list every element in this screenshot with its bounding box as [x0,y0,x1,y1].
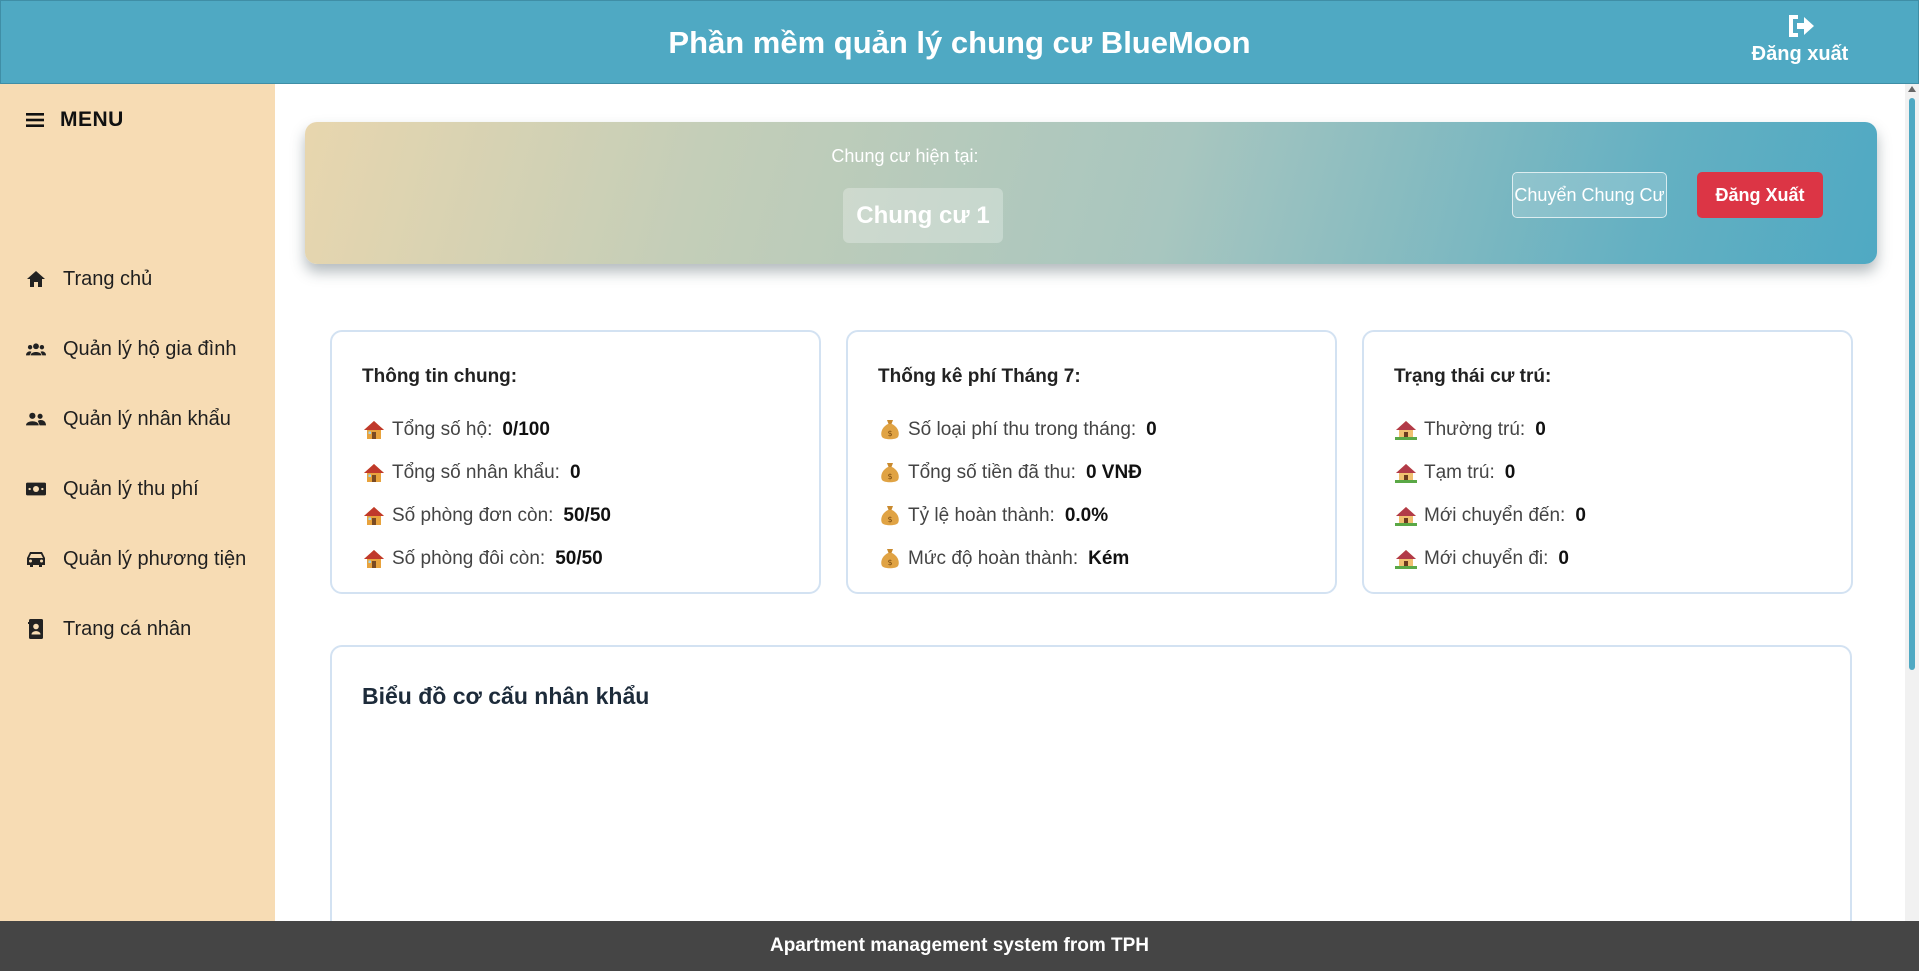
stat-label: Tổng số nhân khẩu: [392,461,560,483]
footer-text: Apartment management system from TPH [769,935,1150,956]
general-info-card: Thông tin chung: Tổng số hộ: 0/100 Tổng … [330,330,821,594]
switch-building-button[interactable]: Chuyển Chung Cư [1512,172,1667,218]
app-title: Phần mềm quản lý chung cư BlueMoon [668,25,1251,60]
svg-text:$: $ [887,472,892,481]
house-icon [362,547,386,571]
sidebar-item-profile[interactable]: Trang cá nhân [0,594,275,664]
stat-value: 0 [1146,418,1157,440]
money-bag-icon: $ [878,418,902,442]
stat-label: Tạm trú: [1424,461,1495,483]
population-chart-card: Biểu đồ cơ cấu nhân khẩu [330,645,1852,935]
sidebar-item-label: Trang chủ [63,267,153,290]
sidebar-item-vehicles[interactable]: Quản lý phương tiện [0,524,275,594]
svg-text:$: $ [887,429,892,438]
stat-label: Mới chuyển đến: [1424,504,1566,526]
stat-row: $ Tổng số tiền đã thu: 0 VNĐ [878,451,1305,494]
stat-row: $ Tỷ lệ hoàn thành: 0.0% [878,494,1305,537]
stat-value: 0 VNĐ [1085,461,1142,483]
stat-label: Thường trú: [1424,418,1526,440]
top-header: Phần mềm quản lý chung cư BlueMoon Đăng … [0,0,1919,84]
stat-row: Tổng số nhân khẩu: 0 [362,451,789,494]
house-garden-icon [1394,504,1418,528]
sidebar-item-label: Quản lý nhân khẩu [63,407,231,430]
house-garden-icon [1394,461,1418,485]
stat-label: Số phòng đơn còn: [392,504,554,526]
logout-button[interactable]: Đăng Xuất [1697,172,1823,218]
current-building-caption: Chung cư hiện tại: [831,146,979,166]
sidebar: MENU Trang chủ Quản lý hộ gia đình Quản … [0,84,275,921]
menu-label: MENU [60,108,124,131]
money-bag-icon: $ [878,461,902,485]
stat-row: Thường trú: 0 [1394,408,1821,451]
stat-row: Tạm trú: 0 [1394,451,1821,494]
stat-value: 50/50 [563,504,611,526]
sidebar-item-fees[interactable]: Quản lý thu phí [0,454,275,524]
money-bag-icon: $ [878,504,902,528]
sidebar-item-residents[interactable]: Quản lý nhân khẩu [0,384,275,454]
stat-value: 0 [1535,418,1546,440]
stat-value: 0.0% [1064,504,1109,526]
stat-label: Tỷ lệ hoàn thành: [908,504,1055,526]
chart-title: Biểu đồ cơ cấu nhân khẩu [362,683,650,709]
header-logout-button[interactable]: Đăng xuất [1730,13,1870,66]
page-scrollbar[interactable] [1905,84,1919,921]
fee-stats-card: Thống kê phí Tháng 7: $ Số loại phí thu … [846,330,1337,594]
money-bag-icon: $ [878,547,902,571]
stat-row: Số phòng đơn còn: 50/50 [362,494,789,537]
scroll-up-arrow-icon[interactable] [1908,86,1916,92]
car-icon [26,549,46,569]
stat-value: 0 [569,461,581,483]
footer: Apartment management system from TPH [0,921,1919,971]
home-icon [26,269,46,289]
stat-label: Tổng số hộ: [392,418,493,440]
stat-label: Số phòng đôi còn: [392,547,546,569]
stat-value: 0 [1575,504,1586,526]
card-title: Thống kê phí Tháng 7: [878,366,1081,387]
stat-row: $ Số loại phí thu trong tháng: 0 [878,408,1305,451]
hamburger-icon [26,113,44,127]
stat-row: Mới chuyển đến: 0 [1394,494,1821,537]
house-garden-icon [1394,418,1418,442]
house-icon [362,418,386,442]
house-icon [362,461,386,485]
stat-row: Mới chuyển đi: 0 [1394,537,1821,580]
stat-label: Mức độ hoàn thành: [908,547,1079,569]
card-title: Thông tin chung: [362,366,518,387]
svg-text:$: $ [887,558,892,567]
address-book-icon [26,619,46,639]
sidebar-item-label: Trang cá nhân [63,617,192,640]
sidebar-item-home[interactable]: Trang chủ [0,244,275,314]
user-friends-icon [26,409,46,429]
stat-row: Số phòng đôi còn: 50/50 [362,537,789,580]
stat-row: Tổng số hộ: 0/100 [362,408,789,451]
residency-status-card: Trạng thái cư trú: Thường trú: 0 Tạm trú… [1362,330,1853,594]
sidebar-nav: Trang chủ Quản lý hộ gia đình Quản lý nh… [0,244,275,664]
stat-value: 0 [1504,461,1516,483]
menu-toggle[interactable]: MENU [26,108,124,132]
stat-label: Số loại phí thu trong tháng: [908,418,1137,440]
house-icon [362,504,386,528]
sidebar-item-label: Quản lý hộ gia đình [63,337,237,360]
stat-label: Mới chuyển đi: [1424,547,1549,569]
sidebar-item-label: Quản lý thu phí [63,477,199,500]
house-garden-icon [1394,547,1418,571]
stat-value: 50/50 [555,547,603,569]
sidebar-item-households[interactable]: Quản lý hộ gia đình [0,314,275,384]
sign-out-icon [1789,15,1814,37]
svg-text:$: $ [887,515,892,524]
stat-value: 0 [1558,547,1569,569]
stat-label: Tổng số tiền đã thu: [908,461,1076,483]
stat-value: Kém [1088,547,1130,569]
main-content: Chung cư hiện tại: Chung cư 1 Chuyển Chu… [275,84,1919,935]
card-title: Trạng thái cư trú: [1394,366,1552,387]
current-building-name: Chung cư 1 [843,188,1003,243]
current-building-banner: Chung cư hiện tại: Chung cư 1 Chuyển Chu… [305,122,1877,264]
stat-row: $ Mức độ hoàn thành: Kém [878,537,1305,580]
users-icon [26,339,46,359]
stat-value: 0/100 [502,418,550,440]
header-logout-label: Đăng xuất [1751,43,1849,65]
scrollbar-thumb[interactable] [1909,98,1915,670]
sidebar-item-label: Quản lý phương tiện [63,547,247,570]
money-bill-icon [26,479,46,499]
